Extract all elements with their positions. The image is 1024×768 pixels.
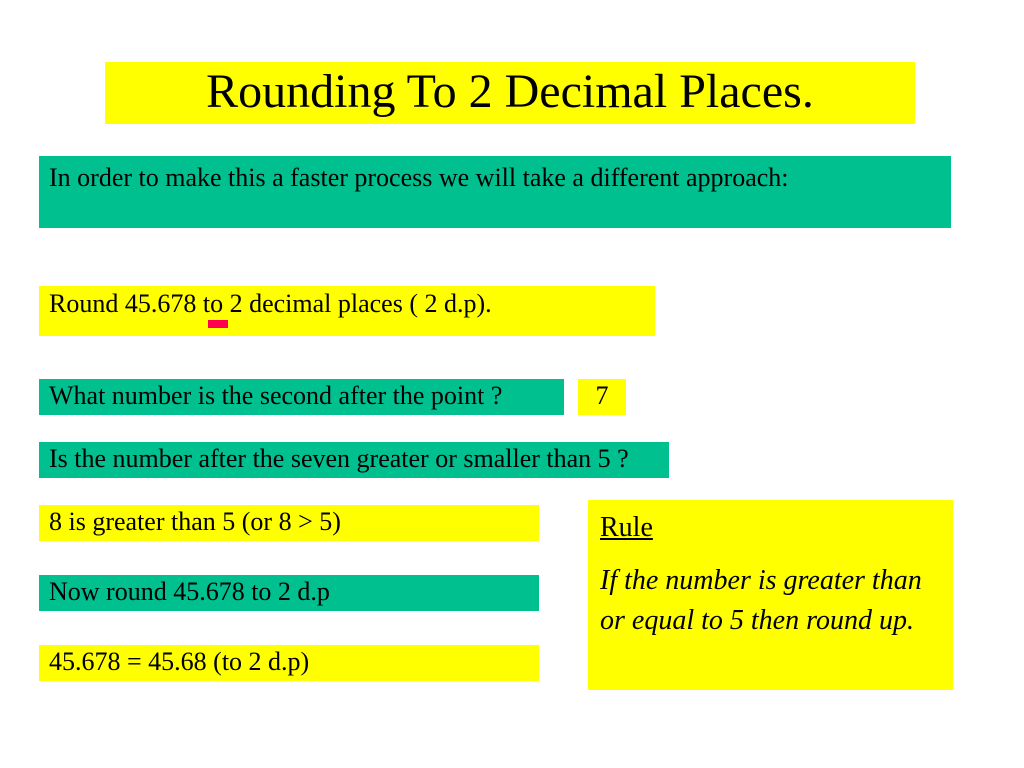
slide-title: Rounding To 2 Decimal Places.	[105, 62, 915, 124]
rule-box: Rule If the number is greater than or eq…	[588, 500, 953, 690]
answer-1: 7	[578, 379, 626, 415]
question-2: Is the number after the seven greater or…	[39, 442, 669, 478]
question-3: Now round 45.678 to 2 d.p	[39, 575, 539, 611]
question-1: What number is the second after the poin…	[39, 379, 564, 415]
rule-body: If the number is greater than or equal t…	[600, 565, 922, 637]
intro-text: In order to make this a faster process w…	[39, 156, 951, 228]
rule-title: Rule	[600, 508, 941, 549]
answer-2: 8 is greater than 5 (or 8 > 5)	[39, 505, 539, 541]
rounding-question: Round 45.678 to 2 decimal places ( 2 d.p…	[39, 286, 655, 336]
answer-3: 45.678 = 45.68 (to 2 d.p)	[39, 645, 539, 681]
underline-mark	[208, 320, 228, 328]
